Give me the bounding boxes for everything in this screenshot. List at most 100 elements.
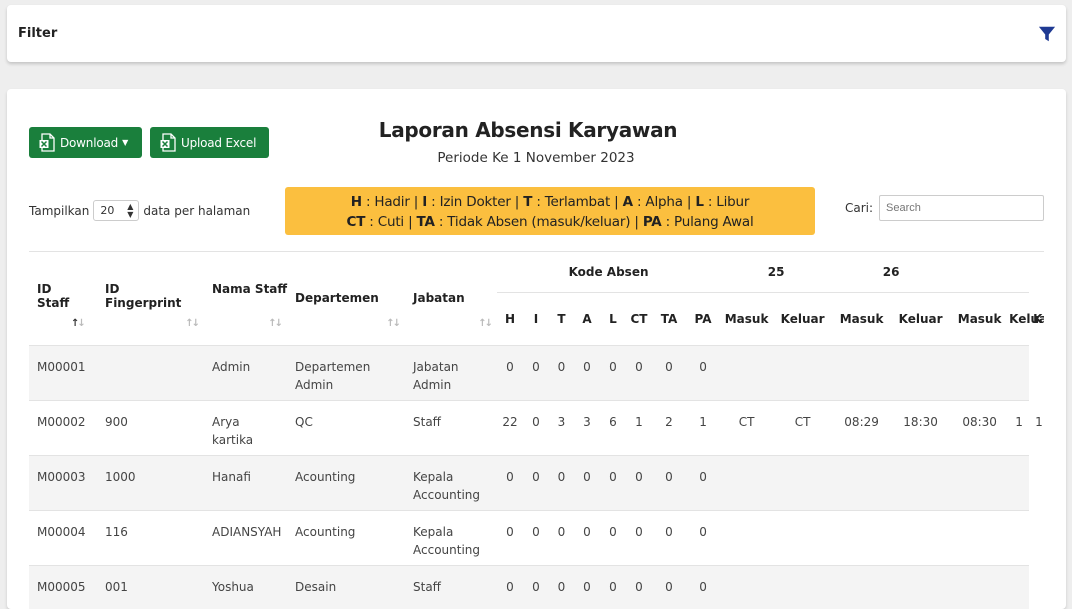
excel-file-icon [160,133,176,152]
cell-count: 0 [699,579,707,594]
header-nama-staff-label: Nama Staff [212,282,288,296]
cell-day-time: 08:29 [844,414,879,429]
cell-count: 1 [699,414,707,429]
filter-icon[interactable] [1038,25,1056,43]
cell-count: 0 [583,469,591,484]
code-legend: H : Hadir | I : Izin Dokter | T : Terlam… [285,187,815,235]
cell-day-time [720,455,773,510]
table-row[interactable]: M00003 1000 Hanafi Acounting Kepala Accounti… [29,455,1030,510]
legend-desc: : Izin Dokter [427,194,511,210]
cell-count: 0 [665,359,673,374]
sort-arrows-icon[interactable]: ↑↓ [478,318,493,329]
header-kode-absen: Kode Absen [497,252,721,293]
cell-day-time [1009,455,1029,510]
cell-jabatan: Staff [413,579,441,594]
cell-day-time [773,345,832,400]
cell-count: 0 [506,469,514,484]
header-departemen[interactable]: Departemen ↑↓ [287,252,405,345]
cell-count: 0 [635,524,643,539]
cell-departemen: QC [295,414,313,429]
updown-arrow-icon: ▲ ▼ [127,201,134,219]
cell-day-time: 08:30 [962,414,997,429]
table-row[interactable]: M00001 Admin Departemen Admin Jabatan Admin… [29,345,1030,400]
cell-departemen: Acounting [295,469,356,484]
cell-count: 6 [609,414,617,429]
cell-day-time: CT [794,414,811,429]
page-size-control: Tampilkan 20 ▲ ▼ data per halaman [29,200,250,221]
legend-line-2: CT : Cuti | TA : Tidak Absen (masuk/kelu… [285,212,815,232]
legend-code: A [622,194,633,210]
header-code-h: H [504,311,516,326]
header-id-fingerprint[interactable]: ID Fingerprint ↑↓ [97,252,204,345]
cell-count: 0 [635,469,643,484]
cell-count: 0 [699,469,707,484]
legend-desc: : Alpha [632,194,683,210]
header-jabatan-label: Jabatan [413,291,465,305]
header-keluar: Keluar [898,311,943,326]
header-code-pa: PA [694,311,712,326]
header-date: 26 [832,252,951,293]
header-keluar: Keluar [1009,311,1044,326]
cell-id-fingerprint: 1000 [105,469,136,484]
filter-panel: Filter [7,5,1066,62]
header-id-staff[interactable]: ID Staff ↑↓ [29,252,97,345]
legend-desc: : Pulang Awal [661,214,754,230]
cell-count: 3 [583,414,591,429]
cell-jabatan: Jabatan Admin [413,359,459,392]
sort-arrows-icon[interactable]: ↑↓ [386,318,401,329]
cell-count: 0 [583,579,591,594]
cell-day-time [950,510,1009,565]
cell-day-time: 18:30 [903,414,938,429]
table-row[interactable]: M00005 001 Yoshua Desain Staff 0 0 0 0 0 0 0 0 [29,565,1030,609]
page-size-select[interactable]: 20 ▲ ▼ [93,200,140,221]
header-nama-staff[interactable]: Nama Staff ↑↓ [204,252,287,345]
header-code-l: L [609,311,617,326]
cell-day-time [720,565,773,609]
cell-nama-staff: ADIANSYAH [212,524,282,539]
legend-code: T [523,194,533,210]
cell-count: 0 [506,359,514,374]
cell-count: 0 [532,359,540,374]
cell-nama-staff: Arya kartika [212,414,254,447]
cell-day-time [720,345,773,400]
table-row[interactable]: M00004 116 ADIANSYAH Acounting Kepala Accoun… [29,510,1030,565]
cell-count: 0 [506,524,514,539]
cell-id-fingerprint: 001 [105,579,128,594]
cell-count: 0 [635,359,643,374]
cell-day-time [832,510,891,565]
header-code-ct: CT [630,311,648,326]
legend-separator: | [610,194,623,210]
excel-file-icon [39,133,55,152]
cell-nama-staff: Yoshua [212,579,254,594]
cell-day-time [773,455,832,510]
cell-day-time [832,565,891,609]
sort-arrows-icon[interactable]: ↑↓ [185,318,200,329]
table-row[interactable]: M00002 900 Arya kartika QC Staff 22 0 3 3 6 1 2 1 CT C… [29,400,1043,455]
sort-arrows-icon[interactable]: ↑↓ [71,318,86,329]
search-input[interactable] [879,195,1044,221]
cell-count: 1 [635,414,643,429]
legend-separator: | [630,214,643,230]
cell-day-time [832,455,891,510]
cell-jabatan: Staff [413,414,441,429]
header-code-t: T [557,311,566,326]
download-button[interactable]: Download ▼ [29,127,142,158]
sort-arrows-icon[interactable]: ↑↓ [268,318,283,329]
cell-day-time: 1 [1015,414,1023,429]
cell-day-time [891,510,950,565]
caret-down-icon: ▼ [122,138,129,147]
cell-day-time [891,455,950,510]
header-masuk: Masuk [839,311,884,326]
cell-id-fingerprint: 116 [105,524,128,539]
upload-excel-button[interactable]: Upload Excel [150,127,269,158]
header-jabatan[interactable]: Jabatan ↑↓ [405,252,497,345]
cell-id-staff: M00004 [37,524,86,539]
search-label: Cari: [845,201,874,215]
legend-code: TA [416,214,435,230]
cell-departemen: Desain [295,579,337,594]
download-label: Download [60,135,119,150]
attendance-table-container: ID Staff ↑↓ ID Fingerprint ↑↓ Nama Staff ↑↓ De… [29,252,1044,609]
header-departemen-label: Departemen [295,291,379,305]
cell-count: 0 [609,359,617,374]
cell-count: 0 [583,524,591,539]
